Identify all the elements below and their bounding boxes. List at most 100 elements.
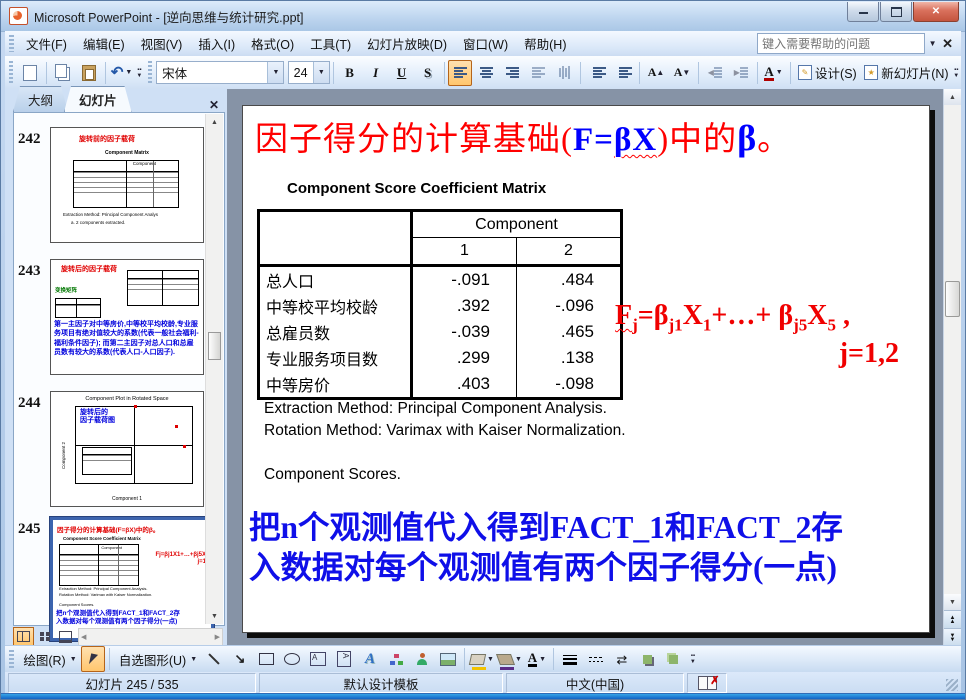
status-language[interactable]: 中文(中国): [506, 673, 684, 693]
thumbnail-image[interactable]: 旋转后的因子载荷 变换矩阵 第一主因子对中等房价,中等校平均校龄,专业服务项目有…: [50, 259, 204, 375]
shadow-style-button[interactable]: [636, 646, 660, 672]
pane-hscrollbar[interactable]: ◀ ▶: [78, 627, 223, 646]
bullets-button[interactable]: [611, 60, 635, 86]
slide-sorter-view-button[interactable]: [34, 627, 55, 646]
factor-score-formula[interactable]: Fj=βj1X1+…+ βj5X5 , j=1,2: [615, 298, 917, 371]
pane-close-icon[interactable]: ✕: [203, 98, 225, 112]
help-dropdown-icon[interactable]: ▼: [925, 33, 940, 54]
undo-button[interactable]: ↶ ▼: [110, 60, 134, 86]
minimize-button[interactable]: [847, 2, 879, 22]
status-spellcheck[interactable]: ✗: [687, 673, 727, 693]
underline-button[interactable]: U: [390, 60, 414, 86]
text-shadow-button[interactable]: S: [416, 60, 440, 86]
line-style-button[interactable]: [558, 646, 582, 672]
clip-art-button[interactable]: [410, 646, 434, 672]
insert-picture-button[interactable]: [436, 646, 460, 672]
slide-245[interactable]: 因子得分的计算基础(F=βX)中的β。 Component Score Coef…: [242, 105, 930, 633]
decrease-font-button[interactable]: A ▼: [670, 60, 694, 86]
maximize-button[interactable]: [880, 2, 912, 22]
slide-title[interactable]: 因子得分的计算基础(F=βX)中的β。: [255, 112, 791, 160]
autoshapes-menu-button[interactable]: 自选图形(U) ▼: [114, 646, 200, 672]
menu-format[interactable]: 格式(O): [243, 31, 302, 56]
menu-tools[interactable]: 工具(T): [302, 31, 359, 56]
scroll-down-icon[interactable]: ▼: [206, 608, 223, 624]
menu-file[interactable]: 文件(F): [18, 31, 75, 56]
undo-caret-icon[interactable]: ▼: [125, 69, 132, 76]
thumbnail-image[interactable]: Component Plot in Rotated Space 旋转后的 因子载…: [50, 391, 204, 507]
vertical-text-box-button[interactable]: A: [332, 646, 356, 672]
toolbar-overflow-button[interactable]: ▪▪ ▼: [135, 61, 145, 85]
help-search-input[interactable]: [757, 33, 926, 54]
wordart-button[interactable]: A: [358, 646, 382, 672]
oval-tool-button[interactable]: [280, 646, 304, 672]
distribute-button[interactable]: [526, 60, 550, 86]
menu-help[interactable]: 帮助(H): [516, 31, 574, 56]
toolbar-grip2[interactable]: [148, 60, 153, 85]
scroll-up-icon[interactable]: ▲: [206, 114, 223, 130]
normal-view-button[interactable]: [13, 627, 34, 646]
increase-indent-button[interactable]: ▶: [729, 60, 753, 86]
menu-edit[interactable]: 编辑(E): [75, 31, 133, 56]
status-template[interactable]: 默认设计模板: [259, 673, 503, 693]
thumbnail-242[interactable]: 242 旋转前的因子载荷 Component Matrix Component …: [18, 127, 204, 243]
font-name-combo[interactable]: 宋体 ▼: [156, 61, 285, 84]
font-size-combo[interactable]: 24 ▼: [287, 61, 330, 84]
toolbar-options-button[interactable]: ▪▪ ▼: [951, 61, 961, 85]
threed-style-button[interactable]: [662, 646, 686, 672]
design-button[interactable]: ✎ 设计(S): [794, 60, 860, 86]
italic-button[interactable]: I: [364, 60, 388, 86]
increase-font-button[interactable]: A ▲: [644, 60, 668, 86]
select-objects-button[interactable]: [81, 646, 105, 672]
pane-scroll-thumb[interactable]: [208, 332, 221, 360]
font-name-dropdown-icon[interactable]: ▼: [267, 62, 284, 83]
main-scrollbar[interactable]: ▲ ▼ ▲ ▲ ▼ ▼: [943, 89, 961, 646]
scroll-up-icon[interactable]: ▲: [944, 89, 961, 105]
scroll-thumb[interactable]: [945, 281, 960, 318]
dash-style-button[interactable]: [584, 646, 608, 672]
align-right-button[interactable]: [500, 60, 524, 86]
fill-color-button[interactable]: ▼: [468, 646, 495, 672]
resize-grip[interactable]: [946, 679, 958, 691]
draw-font-color-button[interactable]: A ▼: [525, 646, 549, 672]
menu-window[interactable]: 窗口(W): [455, 31, 516, 56]
align-center-button[interactable]: [474, 60, 498, 86]
scroll-track[interactable]: [944, 105, 961, 594]
line-color-button[interactable]: ▼: [495, 646, 523, 672]
thumbnail-image[interactable]: 因子得分的计算基础(F=βX)中的β。 Component Score Coef…: [49, 516, 215, 642]
decrease-indent-button[interactable]: ◀: [703, 60, 727, 86]
drawbar-overflow-button[interactable]: ▪▪ ▼: [687, 647, 699, 671]
scroll-left-icon[interactable]: ◀: [81, 633, 86, 641]
arrow-tool-button[interactable]: ↘: [228, 646, 252, 672]
align-left-button[interactable]: [448, 59, 473, 86]
new-slide-button[interactable]: ★ 新幻灯片(N): [862, 60, 950, 86]
scroll-right-icon[interactable]: ▶: [215, 633, 220, 641]
scroll-down-icon[interactable]: ▼: [944, 594, 961, 610]
menu-slideshow[interactable]: 幻灯片放映(D): [359, 31, 455, 56]
new-document-button[interactable]: [18, 60, 42, 86]
coefficient-table[interactable]: Component 1 2 总人口 -.091 .484 中等校平均校龄 .39…: [257, 209, 623, 400]
menubar-close-icon[interactable]: ✕: [940, 36, 961, 52]
slideshow-view-button[interactable]: [55, 627, 76, 646]
font-color-caret-icon[interactable]: ▼: [776, 69, 783, 76]
thumbnail-244[interactable]: 244 Component Plot in Rotated Space 旋转后的…: [18, 391, 204, 507]
next-slide-button[interactable]: ▼ ▼: [944, 628, 961, 646]
text-box-button[interactable]: A: [306, 646, 330, 672]
draw-menu-button[interactable]: 绘图(R) ▼: [19, 646, 79, 672]
numbering-button[interactable]: [585, 60, 609, 86]
rectangle-tool-button[interactable]: [254, 646, 278, 672]
font-size-dropdown-icon[interactable]: ▼: [312, 62, 329, 83]
tab-outline[interactable]: 大纲: [13, 86, 68, 112]
pane-scrollbar[interactable]: ▲ ▼: [205, 114, 223, 624]
vertical-text-button[interactable]: [552, 60, 576, 86]
paste-button[interactable]: [77, 60, 101, 86]
diagram-button[interactable]: [384, 646, 408, 672]
thumbnail-image[interactable]: 旋转前的因子载荷 Component Matrix Component Extr…: [50, 127, 204, 243]
tab-slides[interactable]: 幻灯片: [64, 86, 132, 112]
thumbnail-243[interactable]: 243 旋转后的因子载荷 变换矩阵 第一主因子对中等房价,中等校平均校龄,专业服…: [18, 259, 204, 375]
line-tool-button[interactable]: [202, 646, 226, 672]
arrow-style-button[interactable]: ⇄: [610, 646, 634, 672]
drawbar-grip[interactable]: [9, 649, 14, 669]
toolbar-grip[interactable]: [9, 60, 13, 85]
menu-insert[interactable]: 插入(I): [190, 31, 243, 56]
bold-button[interactable]: B: [338, 60, 362, 86]
